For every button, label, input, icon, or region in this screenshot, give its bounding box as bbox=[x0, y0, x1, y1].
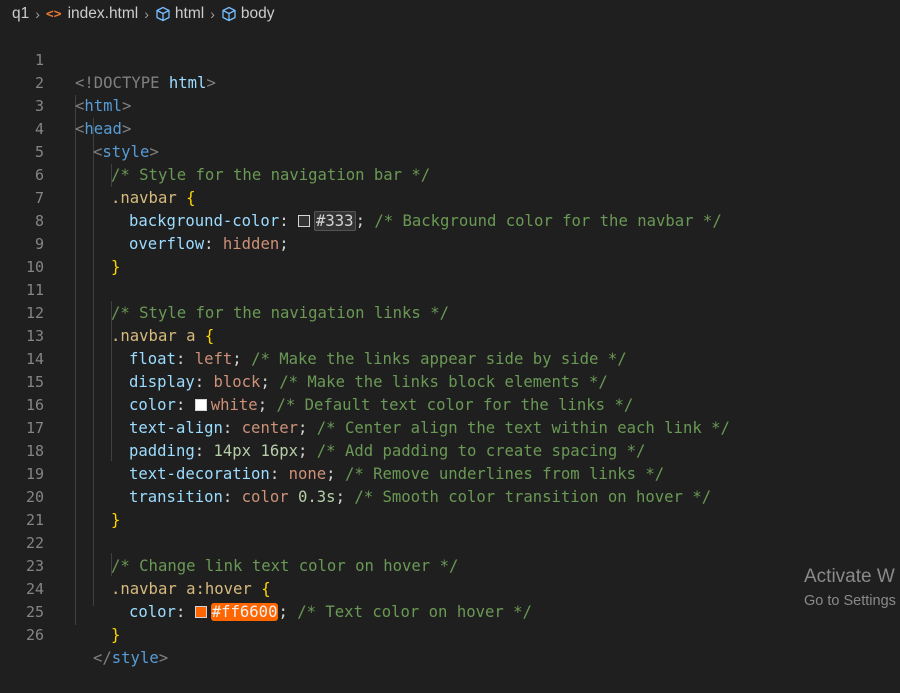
code-line: 10 bbox=[0, 233, 900, 276]
code-line: 13 float: left; /* Make the links appear… bbox=[0, 302, 900, 368]
code-line: 16 text-align: center; /* Center align t… bbox=[0, 371, 900, 437]
element-cube-icon bbox=[221, 6, 237, 22]
code-line: 12 .navbar a { bbox=[0, 279, 900, 345]
code-line: 23 .navbar a:hover { bbox=[0, 532, 900, 598]
code-line: 15 color: white; /* Default text color f… bbox=[0, 348, 900, 414]
element-cube-icon bbox=[155, 6, 171, 22]
code-line: 14 display: block; /* Make the links blo… bbox=[0, 325, 900, 391]
code-line: 8 overflow: hidden; bbox=[0, 187, 900, 253]
code-line: 6 .navbar { bbox=[0, 141, 900, 207]
code-line: 2 <html> bbox=[0, 49, 900, 115]
code-line: 26 </style> bbox=[0, 601, 900, 667]
breadcrumb-body-node[interactable]: body bbox=[221, 5, 275, 23]
brace: } bbox=[111, 626, 121, 644]
code-line: 3 <head> bbox=[0, 72, 900, 138]
code-line: 17 padding: 14px 16px; /* Add padding to… bbox=[0, 394, 900, 460]
code-line: 19 transition: color 0.3s; /* Smooth col… bbox=[0, 440, 900, 506]
breadcrumb-html-node[interactable]: html bbox=[155, 5, 204, 23]
line-number: 26 bbox=[25, 626, 44, 644]
code-line: 11 /* Style for the navigation links */ bbox=[0, 256, 900, 322]
breadcrumb-file[interactable]: <> index.html bbox=[46, 5, 138, 23]
code-line: 1 <!DOCTYPE html> bbox=[0, 26, 900, 92]
chevron-right-icon: › bbox=[35, 6, 40, 22]
breadcrumb-folder-label: q1 bbox=[12, 5, 30, 22]
code-line: 24 color: #ff6600; /* Text color on hove… bbox=[0, 555, 900, 621]
breadcrumb: q1 › <> index.html › html › body bbox=[0, 0, 900, 28]
code-line: 5 /* Style for the navigation bar */ bbox=[0, 118, 900, 184]
chevron-right-icon: › bbox=[210, 6, 215, 22]
code-line: 25 } bbox=[0, 578, 900, 644]
code-line: 18 text-decoration: none; /* Remove unde… bbox=[0, 417, 900, 483]
code-line: 21 bbox=[0, 486, 900, 529]
breadcrumb-folder[interactable]: q1 bbox=[12, 5, 29, 23]
breadcrumb-body-label: body bbox=[240, 5, 275, 22]
code-line: 22 /* Change link text color on hover */ bbox=[0, 509, 900, 575]
breadcrumb-file-label: index.html bbox=[67, 5, 139, 22]
chevron-right-icon: › bbox=[144, 6, 149, 22]
activation-watermark-link[interactable]: Go to Settings bbox=[804, 593, 896, 609]
activation-watermark-title: Activate W bbox=[804, 566, 895, 587]
code-line: 7 background-color: #333; /* Background … bbox=[0, 164, 900, 231]
html-file-icon: <> bbox=[45, 6, 62, 22]
breadcrumb-html-label: html bbox=[174, 5, 205, 22]
code-line: 4 <style> bbox=[0, 95, 900, 161]
code-line: 20 } bbox=[0, 463, 900, 529]
code-line: 9 } bbox=[0, 210, 900, 276]
code-editor[interactable]: 1 <!DOCTYPE html> 2 <html> 3 <head> 4 <s… bbox=[0, 26, 900, 667]
tag-name: style bbox=[111, 649, 159, 667]
